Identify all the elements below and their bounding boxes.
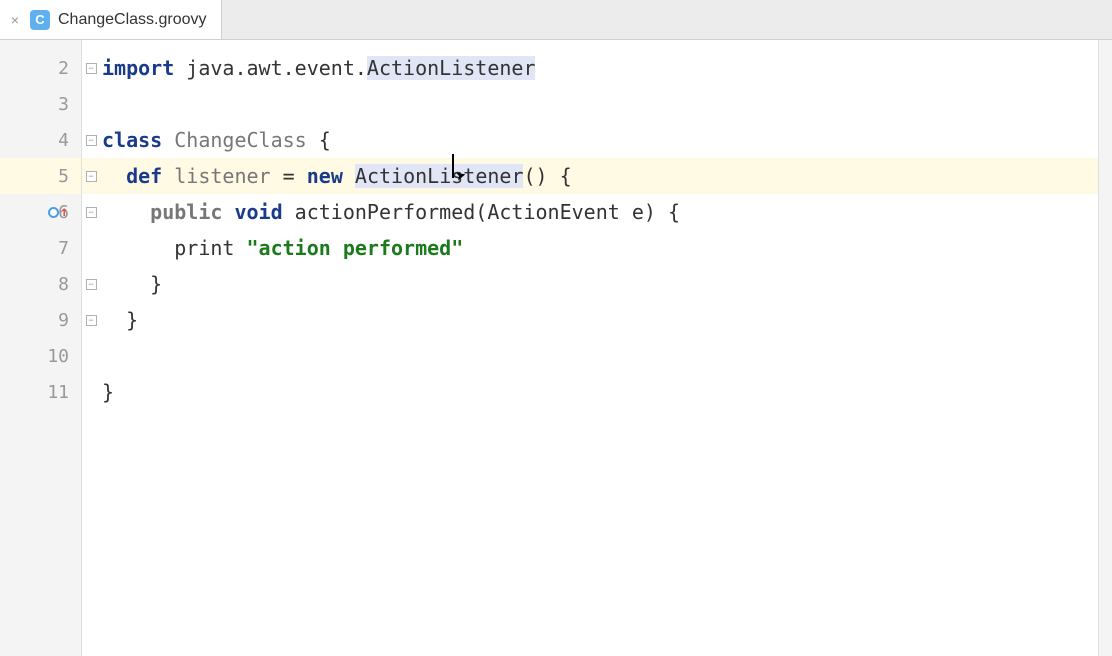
line-number[interactable]: 10 (0, 338, 81, 374)
file-type-icon: C (30, 10, 50, 30)
tab-filename: ChangeClass.groovy (58, 11, 207, 29)
fold-handle-icon[interactable]: − (86, 279, 97, 290)
code-line[interactable]: } (100, 266, 1098, 302)
code-line[interactable]: def listener = new ActionListener() { (100, 158, 1098, 194)
fold-handle-icon[interactable]: − (86, 171, 97, 182)
line-number[interactable]: 2 (0, 50, 81, 86)
line-number[interactable]: 5 (0, 158, 81, 194)
close-icon[interactable]: × (8, 12, 22, 28)
code-line[interactable]: } (100, 302, 1098, 338)
fold-column: − − − − − − (82, 40, 100, 656)
code-line[interactable]: class ChangeClass { (100, 122, 1098, 158)
line-number[interactable]: ↑ 6 (0, 194, 81, 230)
fold-handle-icon[interactable]: − (86, 63, 97, 74)
code-line[interactable] (100, 338, 1098, 374)
editor-tab[interactable]: × C ChangeClass.groovy (0, 0, 222, 39)
fold-handle-icon[interactable]: − (86, 135, 97, 146)
code-area[interactable]: import java.awt.event.ActionListener cla… (100, 40, 1098, 656)
fold-handle-icon[interactable]: − (86, 207, 97, 218)
line-number[interactable]: 9 (0, 302, 81, 338)
code-line[interactable]: } (100, 374, 1098, 410)
error-stripe[interactable] (1098, 40, 1112, 656)
text-caret (452, 154, 454, 178)
usage-highlight: ActionListener (367, 56, 536, 80)
code-line[interactable]: import java.awt.event.ActionListener (100, 50, 1098, 86)
override-marker-icon[interactable]: ↑ (48, 205, 68, 219)
line-number[interactable]: 4 (0, 122, 81, 158)
line-number[interactable]: 11 (0, 374, 81, 410)
code-line[interactable]: public void actionPerformed(ActionEvent … (100, 194, 1098, 230)
code-line[interactable] (100, 86, 1098, 122)
line-number-gutter[interactable]: 2 3 4 5 ↑ 6 7 8 9 10 11 (0, 40, 82, 656)
code-line[interactable]: print "action performed" (100, 230, 1098, 266)
line-number[interactable]: 7 (0, 230, 81, 266)
code-editor[interactable]: 2 3 4 5 ↑ 6 7 8 9 10 11 − − − − − − impo… (0, 40, 1112, 656)
tab-bar: × C ChangeClass.groovy (0, 0, 1112, 40)
usage-highlight: ActionListener (355, 164, 524, 188)
line-number[interactable]: 8 (0, 266, 81, 302)
line-number[interactable]: 3 (0, 86, 81, 122)
fold-handle-icon[interactable]: − (86, 315, 97, 326)
